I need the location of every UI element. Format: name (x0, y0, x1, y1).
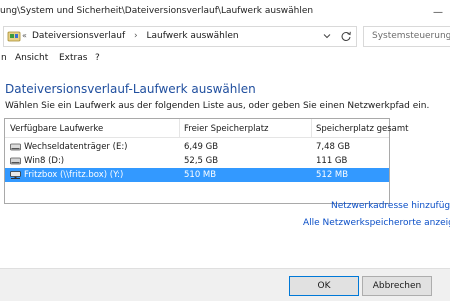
drive-total-space: 111 GB (316, 156, 348, 166)
title-bar: ung\System und Sicherheit\Dateiversionsv… (0, 0, 450, 24)
drive-free-space: 52,5 GB (184, 156, 219, 166)
control-panel-icon (7, 31, 21, 42)
search-input[interactable]: Systemsteuerung d (363, 26, 450, 47)
drive-free-space: 510 MB (184, 170, 217, 180)
drive-free-space: 6,49 GB (184, 142, 219, 152)
breadcrumb-item-dateiversionsverlauf[interactable]: Dateiversionsverlauf (32, 31, 125, 41)
column-divider[interactable] (179, 119, 180, 137)
drive-name: Wechseldatenträger (E:) (24, 142, 128, 152)
refresh-icon[interactable] (340, 30, 352, 42)
network-drive-icon (10, 171, 21, 179)
drive-total-space: 7,48 GB (316, 142, 351, 152)
drive-name: Win8 (D:) (24, 156, 65, 166)
chevron-down-icon[interactable] (322, 31, 332, 41)
dialog-footer: OK Abbrechen (0, 268, 450, 301)
menu-item-file[interactable]: n (1, 53, 7, 63)
drive-total-space: 512 MB (316, 170, 349, 180)
column-header-total-space[interactable]: Speicherplatz gesamt (316, 124, 409, 134)
window-title: ung\System und Sicherheit\Dateiversionsv… (0, 6, 314, 16)
breadcrumb: Dateiversionsverlauf › Laufwerk auswähle… (32, 31, 239, 41)
show-all-network-locations-link[interactable]: Alle Netzwerkspeicherorte anzeigen (303, 218, 450, 228)
drive-row-win8[interactable]: Win8 (D:) 52,5 GB 111 GB (5, 154, 389, 168)
drive-row-fritzbox[interactable]: Fritzbox (\\fritz.box) (Y:) 510 MB 512 M… (5, 168, 389, 182)
cancel-button[interactable]: Abbrechen (362, 276, 432, 296)
add-network-address-link[interactable]: Netzwerkadresse hinzufügen (331, 201, 450, 211)
page-title: Dateiversionsverlauf-Laufwerk auswählen (5, 82, 256, 96)
minimize-button[interactable]: — (424, 0, 450, 24)
drive-row-removable[interactable]: Wechseldatenträger (E:) 6,49 GB 7,48 GB (5, 140, 389, 154)
breadcrumb-overflow-icon[interactable]: « (22, 31, 27, 40)
column-divider[interactable] (311, 119, 312, 137)
drive-name: Fritzbox (\\fritz.box) (Y:) (24, 170, 124, 180)
breadcrumb-separator-icon[interactable]: › (134, 31, 138, 41)
removable-drive-icon (10, 143, 21, 151)
list-header: Verfügbare Laufwerke Freier Speicherplat… (5, 119, 409, 138)
ok-button[interactable]: OK (289, 276, 359, 296)
instruction-text: Wählen Sie ein Laufwerk aus der folgende… (5, 101, 430, 111)
drive-list[interactable]: Verfügbare Laufwerke Freier Speicherplat… (4, 118, 409, 204)
local-drive-icon (10, 157, 21, 165)
address-bar[interactable]: « Dateiversionsverlauf › Laufwerk auswäh… (3, 26, 357, 47)
minimize-icon: — (433, 6, 443, 18)
column-header-drives[interactable]: Verfügbare Laufwerke (10, 124, 103, 134)
column-header-free-space[interactable]: Freier Speicherplatz (184, 124, 269, 134)
menu-item-extras[interactable]: Extras (59, 53, 87, 63)
breadcrumb-item-laufwerk-auswaehlen[interactable]: Laufwerk auswählen (146, 31, 238, 41)
search-placeholder: Systemsteuerung d (372, 31, 450, 41)
menu-item-ansicht[interactable]: Ansicht (15, 53, 48, 63)
menu-bar: n Ansicht Extras ? (0, 50, 450, 66)
menu-item-help[interactable]: ? (95, 53, 100, 63)
address-row: « Dateiversionsverlauf › Laufwerk auswäh… (0, 24, 450, 48)
